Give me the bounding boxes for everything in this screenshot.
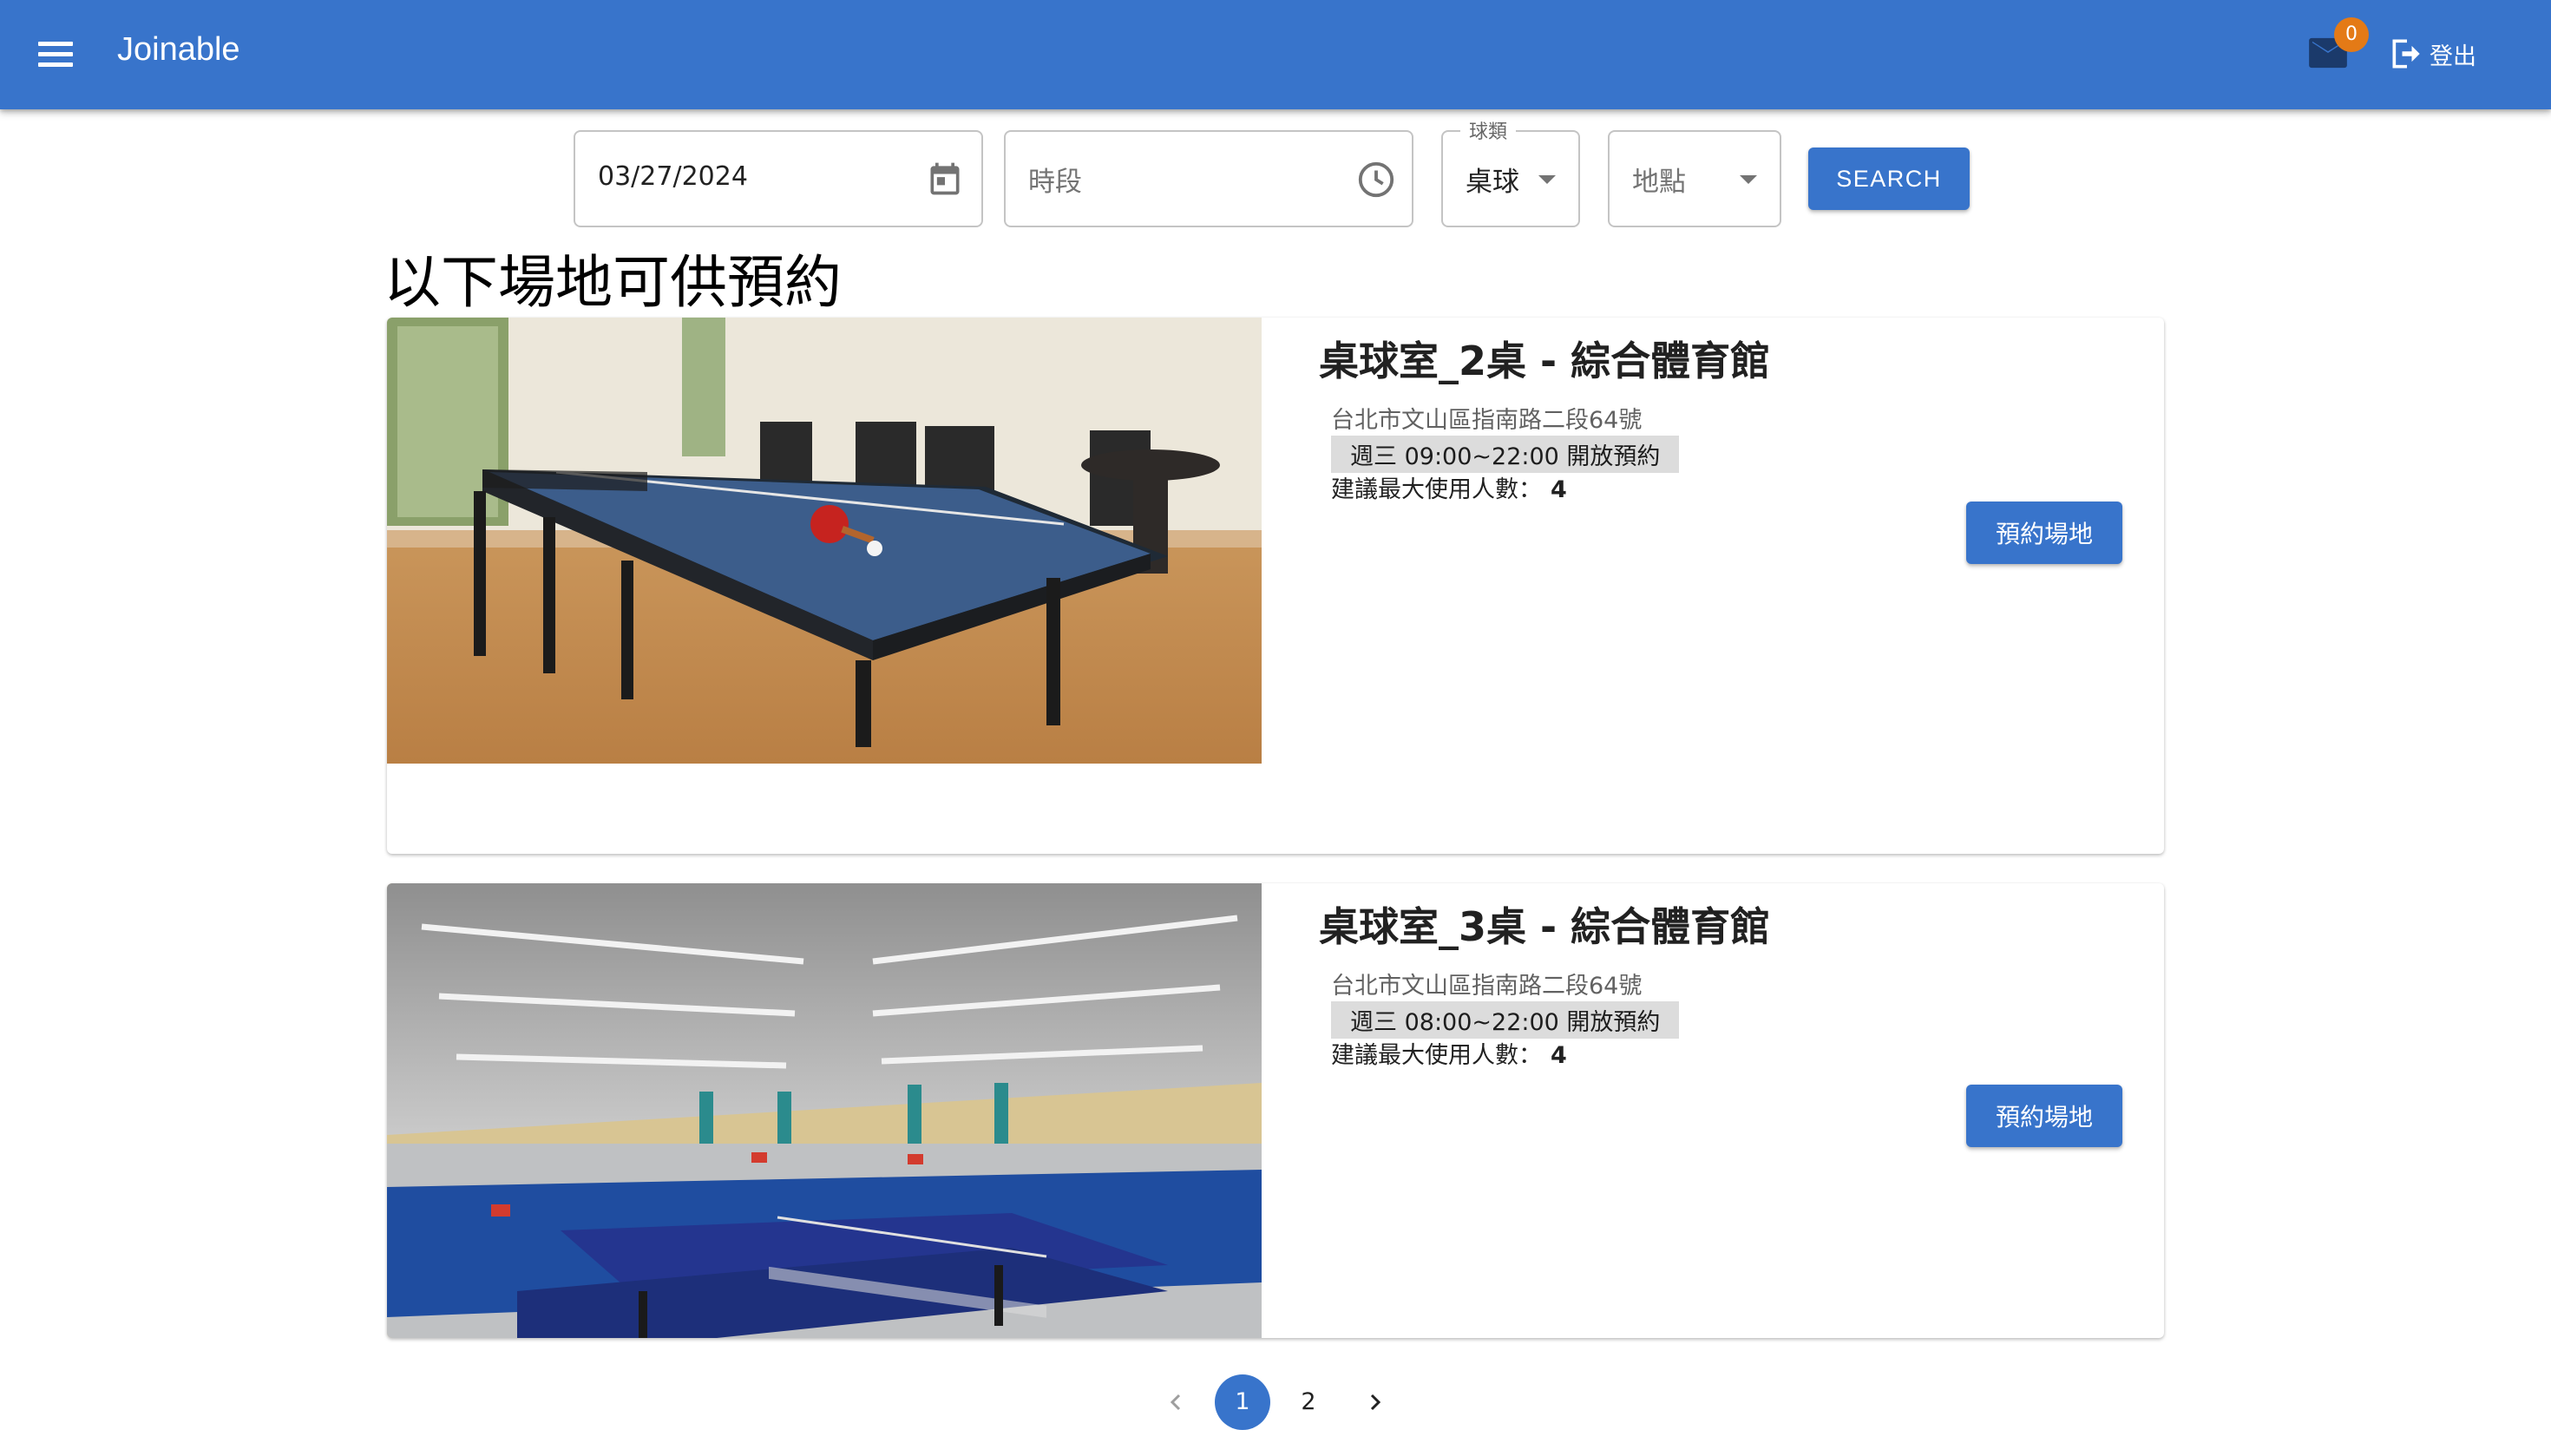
next-page-button[interactable]	[1347, 1374, 1402, 1430]
sport-select-label: 球類	[1460, 116, 1517, 144]
book-venue-button[interactable]: 預約場地	[1966, 502, 2122, 564]
venue-address: 台北市文山區指南路二段64號	[1331, 407, 1643, 434]
venue-address: 台北市文山區指南路二段64號	[1331, 973, 1643, 1000]
chevron-left-icon	[1170, 1394, 1181, 1411]
venue-capacity-label: 建議最大使用人數：	[1331, 476, 1542, 503]
mail-button[interactable]: 0	[2299, 17, 2369, 80]
location-select-placeholder: 地點	[1632, 167, 1686, 198]
chevron-down-icon	[1538, 175, 1556, 184]
venue-title[interactable]: 桌球室_2桌 - 綜合體育館	[1319, 330, 1770, 387]
logout-label: 登出	[2430, 43, 2476, 70]
sport-select[interactable]: 球類 桌球	[1441, 116, 1580, 227]
date-value: 03/27/2024	[598, 161, 748, 192]
venue-capacity-label: 建議最大使用人數：	[1331, 1042, 1542, 1069]
book-venue-button[interactable]: 預約場地	[1966, 1085, 2122, 1147]
app-title[interactable]: Joinable	[117, 31, 240, 69]
logout-icon	[2392, 39, 2420, 69]
chevron-right-icon	[1370, 1394, 1381, 1411]
page-title: 以下場地可供預約	[384, 249, 842, 316]
venue-capacity-value: 4	[1551, 1042, 1567, 1069]
time-slot-placeholder: 時段	[1028, 167, 1082, 198]
venue-card: 桌球室_3桌 - 綜合體育館 台北市文山區指南路二段64號 週三 08:00~2…	[387, 883, 2164, 1338]
venue-capacity: 建議最大使用人數： 4	[1331, 1036, 1567, 1070]
venue-card: 桌球室_2桌 - 綜合體育館 台北市文山區指南路二段64號 週三 09:00~2…	[387, 318, 2164, 854]
app-bar: Joinable 0 登出	[0, 0, 2551, 109]
search-bar: 03/27/2024 時段 球類 桌球 地點 SEARCH	[0, 116, 2551, 227]
clock-icon[interactable]	[1356, 160, 1396, 200]
page-button-1[interactable]: 1	[1215, 1374, 1270, 1430]
venue-title[interactable]: 桌球室_3桌 - 綜合體育館	[1319, 895, 1770, 953]
venue-capacity: 建議最大使用人數： 4	[1331, 470, 1567, 504]
chevron-down-icon	[1740, 175, 1757, 184]
venue-hours: 週三 08:00~22:00 開放預約	[1331, 1001, 1680, 1039]
time-slot-field[interactable]: 時段	[1004, 130, 1413, 227]
pagination: 1 2	[0, 1374, 2551, 1430]
venue-capacity-value: 4	[1551, 476, 1567, 503]
logout-button[interactable]: 登出	[2388, 31, 2476, 76]
venue-hours: 週三 09:00~22:00 開放預約	[1331, 436, 1680, 473]
calendar-icon[interactable]	[926, 160, 964, 198]
sport-select-value: 桌球	[1466, 167, 1519, 198]
venue-photo	[387, 883, 1262, 1338]
location-select[interactable]: 地點	[1608, 130, 1781, 227]
menu-icon[interactable]	[31, 33, 80, 76]
date-field[interactable]: 03/27/2024	[574, 130, 983, 227]
page-button-2[interactable]: 2	[1281, 1374, 1336, 1430]
prev-page-button[interactable]	[1149, 1374, 1204, 1430]
mail-badge: 0	[2334, 17, 2369, 52]
search-button[interactable]: SEARCH	[1808, 148, 1970, 210]
venue-photo	[387, 318, 1262, 764]
